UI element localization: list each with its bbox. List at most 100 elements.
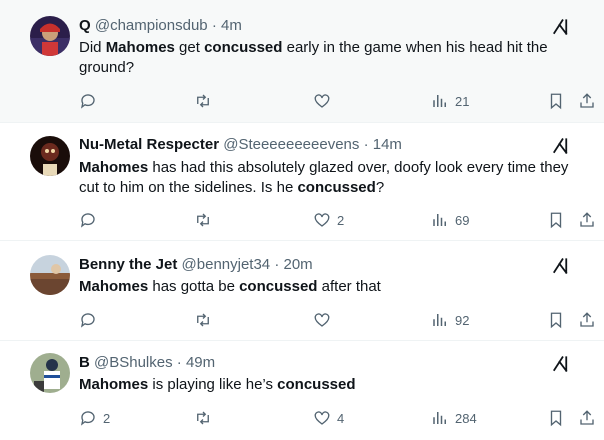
tweet-actions: 21: [0, 90, 604, 112]
tweet-header: Q @championsdub · 4m: [79, 16, 544, 36]
tweet-text-bold: Mahomes: [79, 159, 149, 176]
tweet-text-segment: after that: [317, 278, 381, 295]
like-button[interactable]: [313, 309, 337, 331]
share-button[interactable]: [578, 407, 596, 429]
share-icon: [580, 93, 594, 108]
grok-icon[interactable]: [552, 257, 570, 275]
share-button[interactable]: [578, 90, 596, 112]
retweet-icon: [197, 213, 209, 227]
grok-icon[interactable]: [552, 18, 570, 36]
avatar[interactable]: [30, 353, 70, 393]
avatar[interactable]: [30, 136, 70, 176]
like-button[interactable]: 2: [313, 209, 344, 231]
tweet-text-segment: has gotta be: [148, 278, 240, 295]
views-button[interactable]: 69: [431, 209, 469, 231]
timestamp[interactable]: 20m: [284, 256, 313, 273]
user-handle[interactable]: @bennyjet34: [182, 256, 271, 273]
tweet-text-segment: ground?: [79, 59, 135, 76]
separator-dot: ·: [211, 17, 217, 34]
tweet-text-bold: Mahomes: [79, 376, 149, 393]
user-handle[interactable]: @championsdub: [95, 17, 208, 34]
views-icon: [433, 95, 446, 107]
heart-icon: [314, 411, 330, 425]
reply-icon: [80, 313, 95, 328]
retweet-button[interactable]: [194, 407, 218, 429]
like-button[interactable]: [313, 90, 337, 112]
grok-icon[interactable]: [552, 355, 570, 373]
tweet-text: Mahomes has gotta be concussed after tha…: [79, 277, 579, 297]
tweet-text-segment: cut to him on the sidelines. Is he: [79, 179, 298, 196]
display-name[interactable]: Q: [79, 17, 91, 34]
tweet-card[interactable]: Q @championsdub · 4m Did Mahomes get con…: [0, 0, 604, 123]
tweet-card[interactable]: Nu-Metal Respecter @Steeeeeeeeevens · 14…: [0, 123, 604, 241]
tweet-text-segment: Did: [79, 39, 106, 56]
bookmark-button[interactable]: [547, 407, 565, 429]
views-icon: [433, 314, 446, 326]
user-handle[interactable]: @Steeeeeeeeevens: [223, 136, 359, 153]
share-icon: [580, 212, 594, 227]
tweet-text-segment: get: [174, 39, 205, 56]
tweet-text-segment: early in the game when his head hit the: [282, 39, 548, 56]
bookmark-button[interactable]: [547, 209, 565, 231]
timestamp[interactable]: 14m: [373, 136, 402, 153]
views-button[interactable]: 284: [431, 407, 477, 429]
tweet-actions: 2 4 284: [0, 407, 604, 429]
avatar[interactable]: [30, 255, 70, 295]
reply-button[interactable]: [79, 309, 103, 331]
reply-button[interactable]: [79, 90, 103, 112]
views-button[interactable]: 92: [431, 309, 469, 331]
user-handle[interactable]: @BShulkes: [94, 354, 173, 371]
views-icon: [433, 412, 446, 424]
tweet-text-bold: Mahomes: [105, 39, 175, 56]
bookmark-icon: [550, 212, 562, 229]
separator-dot: ·: [363, 136, 369, 153]
display-name[interactable]: B: [79, 354, 90, 371]
view-count: 69: [455, 212, 470, 228]
tweet-text: Mahomes is playing like he’s concussed: [79, 375, 579, 395]
tweet-text-bold: concussed: [204, 39, 283, 56]
share-icon: [580, 312, 594, 327]
tweet-header: Nu-Metal Respecter @Steeeeeeeeevens · 14…: [79, 135, 544, 155]
views-icon: [433, 214, 446, 226]
tweet-text-segment: has had this absolutely glazed over, doo…: [148, 159, 569, 176]
reply-button[interactable]: [79, 209, 103, 231]
bookmark-icon: [550, 312, 562, 329]
retweet-icon: [197, 411, 209, 425]
tweet-card[interactable]: B @BShulkes · 49m Mahomes is playing lik…: [0, 341, 604, 440]
tweet-text-bold: concussed: [297, 179, 376, 196]
avatar[interactable]: [30, 16, 70, 56]
retweet-button[interactable]: [194, 209, 218, 231]
retweet-button[interactable]: [194, 90, 218, 112]
tweet-text-segment: ?: [375, 179, 385, 196]
retweet-icon: [197, 94, 209, 108]
share-button[interactable]: [578, 209, 596, 231]
bookmark-icon: [550, 410, 562, 427]
timestamp[interactable]: 4m: [221, 17, 242, 34]
retweet-button[interactable]: [194, 309, 218, 331]
share-icon: [580, 410, 594, 425]
bookmark-button[interactable]: [547, 90, 565, 112]
reply-button[interactable]: 2: [79, 407, 110, 429]
display-name[interactable]: Benny the Jet: [79, 256, 177, 273]
heart-icon: [314, 313, 330, 327]
like-count: 2: [337, 212, 345, 228]
reply-icon: [80, 94, 95, 109]
grok-icon[interactable]: [552, 137, 570, 155]
tweet-card[interactable]: Benny the Jet @bennyjet34 · 20m Mahomes …: [0, 241, 604, 341]
tweet-text: Did Mahomes get concussed early in the g…: [79, 38, 579, 78]
views-button[interactable]: 21: [431, 90, 469, 112]
heart-icon: [314, 213, 330, 227]
view-count: 21: [455, 93, 470, 109]
separator-dot: ·: [176, 354, 182, 371]
display-name[interactable]: Nu-Metal Respecter: [79, 136, 219, 153]
share-button[interactable]: [578, 309, 596, 331]
like-count: 4: [337, 410, 345, 426]
view-count: 284: [455, 410, 477, 426]
tweet-text-bold: concussed: [239, 278, 318, 295]
reply-count: 2: [103, 410, 111, 426]
timestamp[interactable]: 49m: [186, 354, 215, 371]
bookmark-icon: [550, 93, 562, 110]
tweet-actions: 92: [0, 309, 604, 331]
like-button[interactable]: 4: [313, 407, 344, 429]
bookmark-button[interactable]: [547, 309, 565, 331]
